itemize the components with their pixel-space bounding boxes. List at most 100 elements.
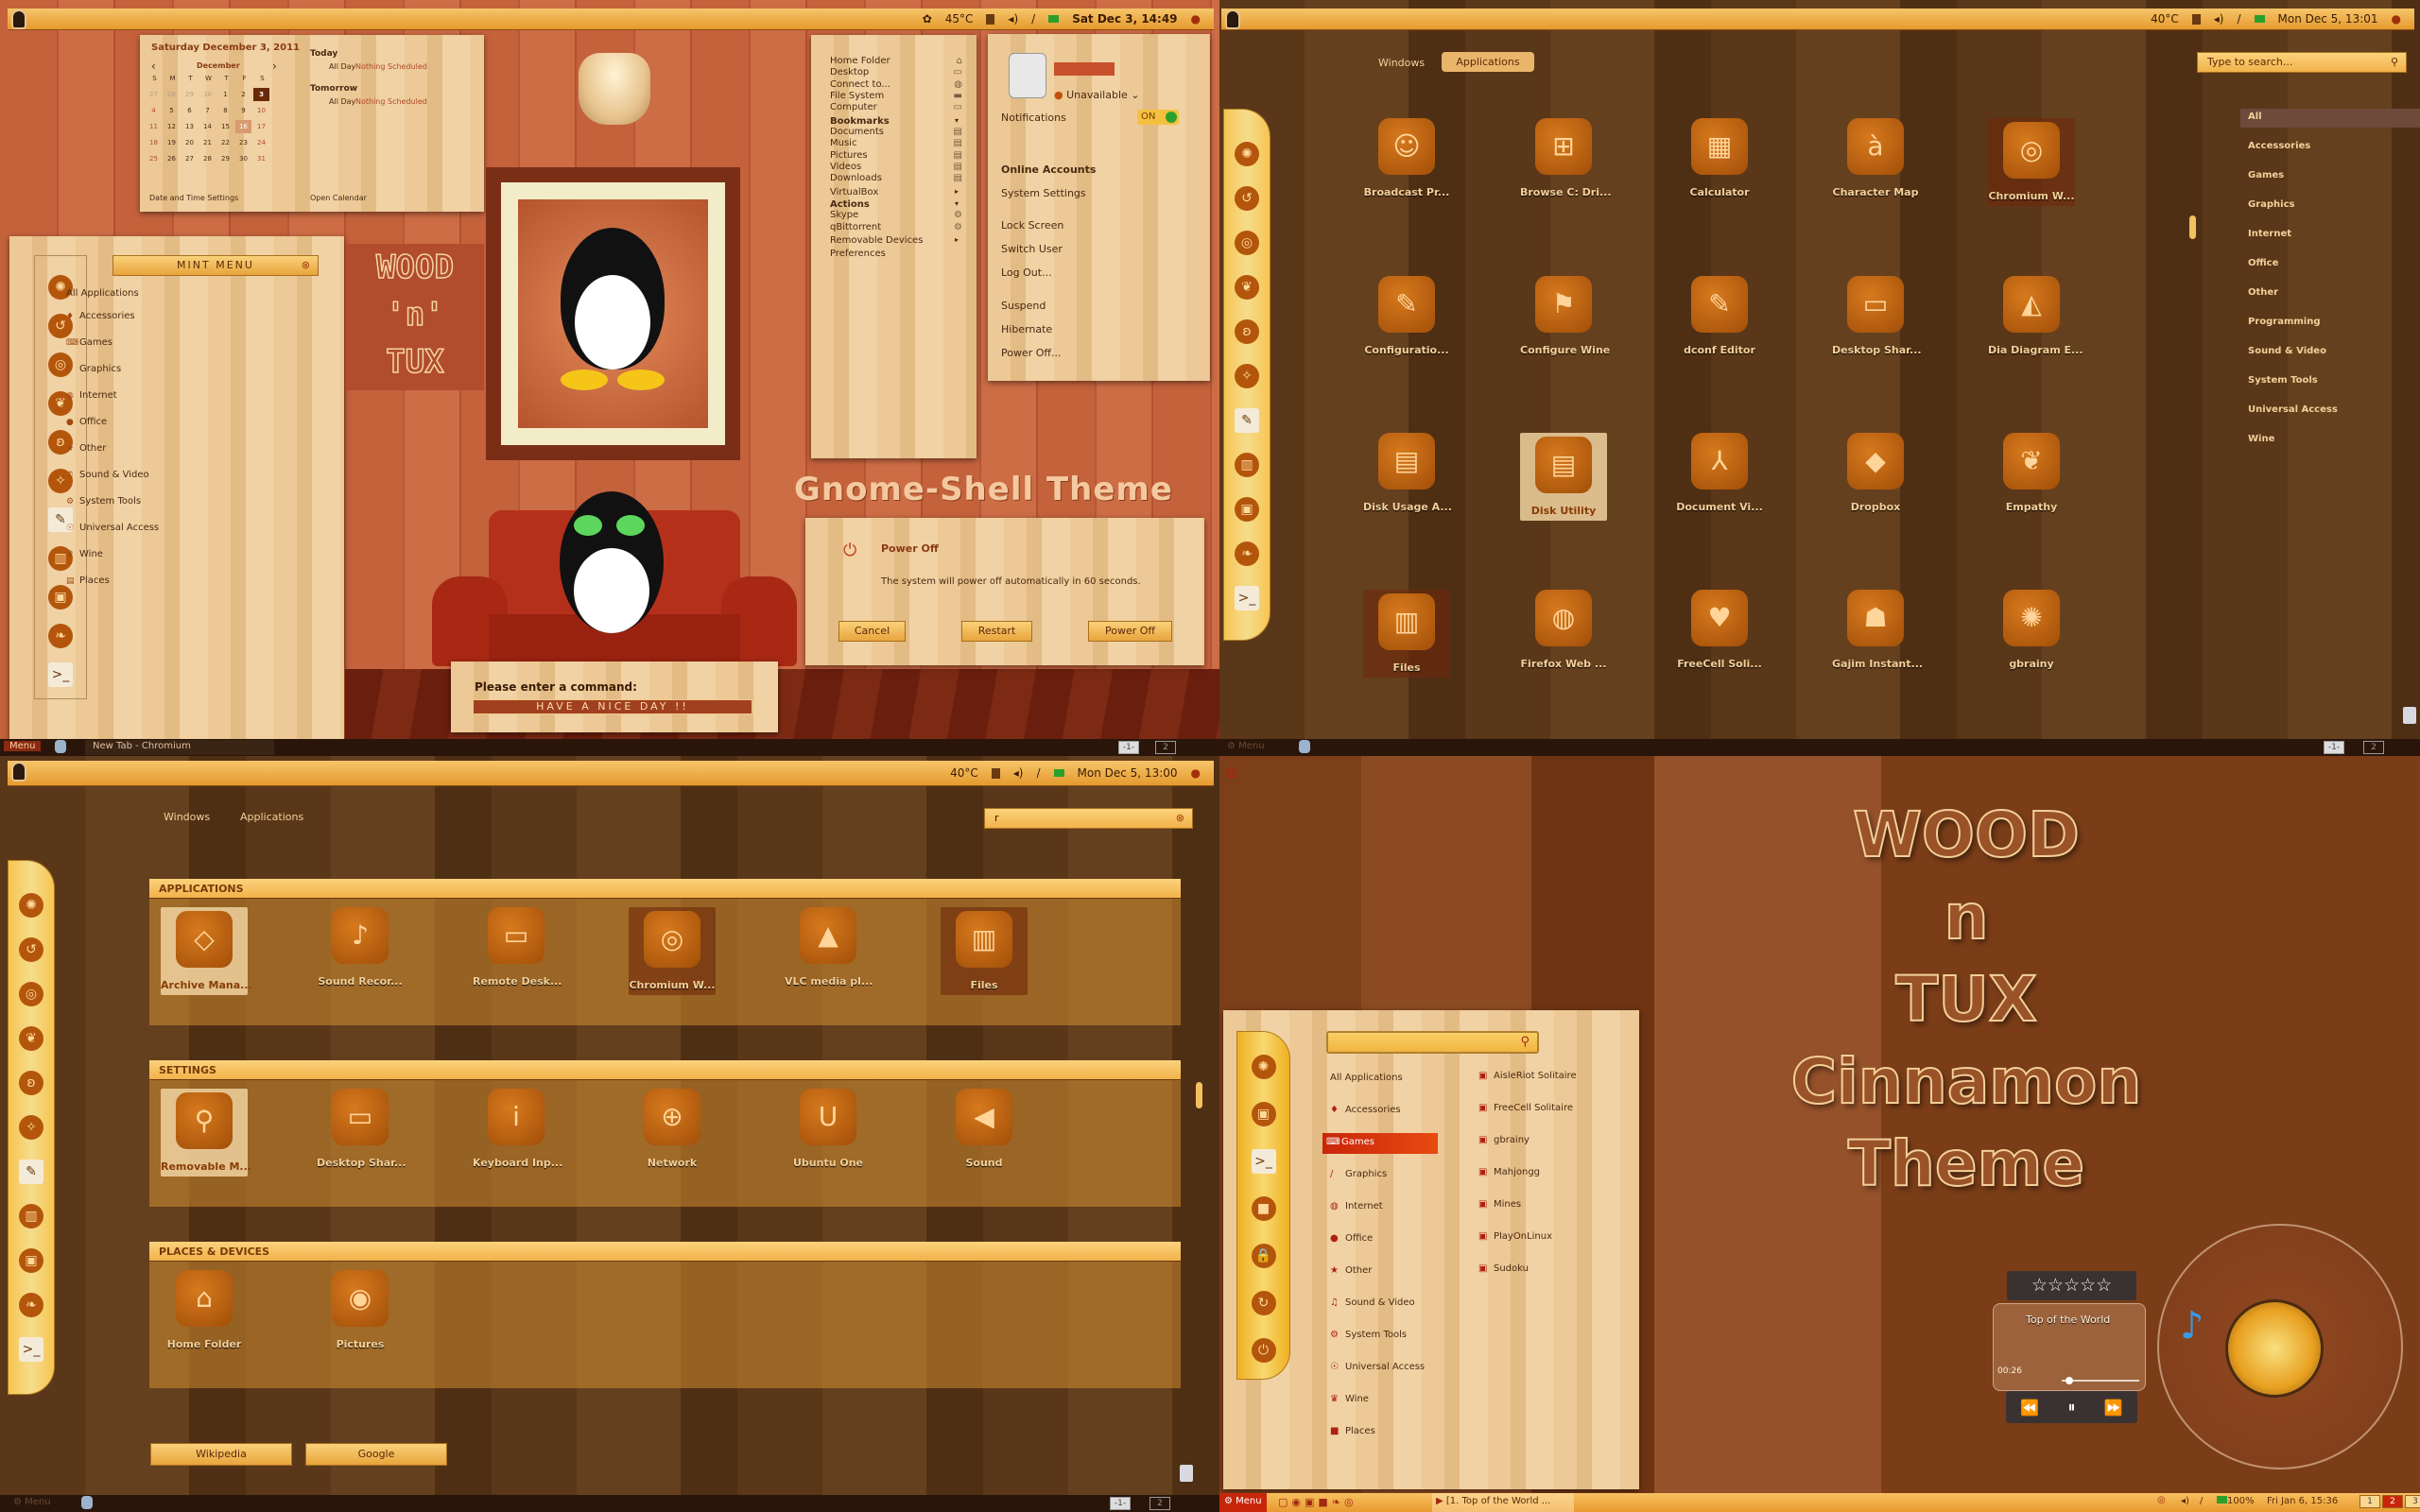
dock-launcher-icon[interactable]: ▥ <box>1235 453 1259 477</box>
app-files[interactable]: ▥ Files <box>941 907 1028 995</box>
workspace-1[interactable]: -1- <box>1118 741 1139 754</box>
dock-launcher-icon[interactable]: ✧ <box>19 1115 43 1140</box>
places-item-connect-to[interactable]: Connect to... ◍ <box>830 79 962 90</box>
google-search-button[interactable]: Google <box>305 1443 447 1466</box>
app-disk-utility[interactable]: ▤ Disk Utility <box>1520 433 1607 521</box>
network-icon[interactable]: ◎ <box>2157 1495 2166 1505</box>
calendar-day[interactable]: 25 <box>146 152 162 165</box>
dock-launcher-icon[interactable]: 🔒 <box>1251 1244 1276 1268</box>
dock-launcher-icon[interactable]: ❦ <box>1235 275 1259 300</box>
app-aisleriot-solitaire[interactable]: ▣ AisleRiot Solitaire <box>1478 1071 1577 1081</box>
app-freecell-solitaire[interactable]: ▣ FreeCell Solitaire <box>1478 1103 1573 1113</box>
app-empathy[interactable]: ❦ Empathy <box>1988 433 2075 513</box>
category-system-tools[interactable]: System Tools <box>2240 372 2420 391</box>
places-item-music[interactable]: Music ▤ <box>830 138 962 148</box>
calendar-day[interactable]: 23 <box>235 136 251 149</box>
dock-launcher-icon[interactable]: ◎ <box>1235 231 1259 255</box>
next-month-button[interactable]: › <box>272 60 277 73</box>
tux-icon[interactable] <box>11 762 26 782</box>
removable-drive-icon[interactable] <box>2403 707 2416 724</box>
dock-launcher-icon[interactable]: ʚ <box>1235 319 1259 344</box>
clock[interactable]: Mon Dec 5, 13:00 <box>1078 766 1178 780</box>
category-accessories[interactable]: ♦ Accessories <box>66 311 135 321</box>
cancel-button[interactable]: Cancel <box>838 621 906 642</box>
app-remote-desk[interactable]: ▭ Remote Desk... <box>473 907 562 988</box>
calendar-day[interactable]: 29 <box>217 152 233 165</box>
user-status-icon[interactable]: ● <box>1191 12 1201 26</box>
dock-launcher-icon[interactable]: ▣ <box>1251 1102 1276 1126</box>
app-mahjongg[interactable]: ▣ Mahjongg <box>1478 1167 1540 1177</box>
browser-launcher-icon[interactable] <box>1299 740 1310 753</box>
removable-drive-icon[interactable] <box>1180 1465 1193 1482</box>
places-item-actions[interactable]: Actions ▾ <box>830 199 962 210</box>
app-gbrainy[interactable]: ▣ gbrainy <box>1478 1135 1530 1145</box>
category-places[interactable]: ▤ Places <box>66 576 110 586</box>
battery-icon[interactable] <box>1053 769 1064 777</box>
menu-button[interactable]: ⚙ Menu <box>1219 1493 1267 1512</box>
app-chromium-w[interactable]: ◎ Chromium W... <box>629 907 716 995</box>
app-calculator[interactable]: ▦ Calculator <box>1676 118 1763 198</box>
search-input[interactable]: Type to search... ⚲ <box>2197 52 2407 73</box>
browser-launcher-icon[interactable] <box>81 1496 93 1509</box>
calendar-day[interactable]: 28 <box>164 88 180 101</box>
app-files[interactable]: ▥ Files <box>1363 590 1450 678</box>
pause-button[interactable]: ⏸ <box>2067 1398 2075 1417</box>
restart-button[interactable]: Restart <box>961 621 1032 642</box>
places-item-desktop[interactable]: Desktop ▭ <box>830 67 962 77</box>
workspace-2[interactable]: 2 <box>2382 1495 2403 1508</box>
app-sound[interactable]: ◀ Sound <box>941 1089 1028 1169</box>
category-sound-video[interactable]: Sound & Video <box>2240 343 2420 362</box>
category-graphics[interactable]: / Graphics <box>1326 1165 1442 1186</box>
tab-applications[interactable]: Applications <box>240 811 303 823</box>
dock-launcher-icon[interactable]: ■ <box>1251 1196 1276 1221</box>
user-status-icon[interactable]: ● <box>1191 766 1201 780</box>
app-removable-m[interactable]: ⚲ Removable M... <box>161 1089 251 1177</box>
user-menu-power-off[interactable]: Power Off... <box>1001 347 1061 359</box>
app-document-vi[interactable]: ⅄ Document Vi... <box>1676 433 1763 513</box>
app-browse-c-dri[interactable]: ⊞ Browse C: Dri... <box>1520 118 1612 198</box>
category-graphics[interactable]: Graphics <box>2240 197 2420 215</box>
clock[interactable]: Sat Dec 3, 14:49 <box>1072 12 1177 26</box>
workspace-1[interactable]: 1 <box>2360 1495 2380 1508</box>
category-places[interactable]: ■ Places <box>1326 1422 1442 1443</box>
app-playonlinux[interactable]: ▣ PlayOnLinux <box>1478 1231 1552 1242</box>
category-all[interactable]: All <box>2240 109 2420 128</box>
dock-launcher-icon[interactable]: ✺ <box>19 893 43 918</box>
places-item-preferences[interactable]: Preferences <box>830 249 962 259</box>
taskbar-window-button[interactable]: ▶ [1. Top of the World ... <box>1432 1493 1574 1512</box>
previous-track-button[interactable]: ⏪ <box>2020 1399 2039 1417</box>
category-wine[interactable]: Wine <box>2240 431 2420 450</box>
category-wine[interactable]: ♛ Wine <box>1326 1390 1442 1411</box>
calendar-day[interactable]: 17 <box>253 120 269 133</box>
star-icon[interactable]: ☆ <box>2080 1275 2096 1296</box>
dock-launcher-icon[interactable]: ʚ <box>19 1071 43 1095</box>
dock-launcher-icon[interactable]: ⏻ <box>1251 1338 1276 1363</box>
dock-launcher-icon[interactable]: ✺ <box>1235 142 1259 166</box>
category-system-tools[interactable]: ⚙ System Tools <box>66 496 141 507</box>
menu-button[interactable]: ⚙ Menu <box>13 1497 51 1507</box>
category-office[interactable]: Office <box>2240 255 2420 274</box>
tab-applications[interactable]: Applications <box>1442 52 1534 72</box>
clear-search-icon[interactable]: ⊗ <box>1176 812 1184 824</box>
calendar-day[interactable]: 18 <box>146 136 162 149</box>
workspace-2[interactable]: 2 <box>2363 741 2384 754</box>
app-character-map[interactable]: à Character Map <box>1832 118 1919 198</box>
power-off-button[interactable]: Power Off <box>1088 621 1172 642</box>
volume-icon[interactable]: ◂) <box>1008 12 1018 26</box>
dock-launcher-icon[interactable]: >_ <box>19 1337 43 1362</box>
dock-launcher-icon[interactable]: ✧ <box>1235 364 1259 388</box>
seek-handle[interactable] <box>2066 1377 2074 1384</box>
category-graphics[interactable]: / Graphics <box>66 364 121 374</box>
app-archive-mana[interactable]: ◇ Archive Mana... <box>161 907 252 995</box>
browser-launcher-icon[interactable] <box>55 740 66 753</box>
star-icon[interactable]: ☆ <box>2064 1275 2080 1296</box>
pen-icon[interactable]: / <box>2200 1496 2203 1506</box>
date-time-settings-link[interactable]: Date and Time Settings <box>149 194 238 202</box>
calendar-day[interactable]: 13 <box>182 120 198 133</box>
workspace-3[interactable]: 3 <box>2405 1495 2420 1508</box>
category-programming[interactable]: Programming <box>2240 314 2420 333</box>
app-broadcast-pr[interactable]: ☺ Broadcast Pr... <box>1363 118 1450 198</box>
seek-bar[interactable] <box>2062 1377 2139 1384</box>
category-all-applications[interactable]: All Applications <box>66 288 139 299</box>
workspace-2[interactable]: 2 <box>1150 1497 1170 1510</box>
